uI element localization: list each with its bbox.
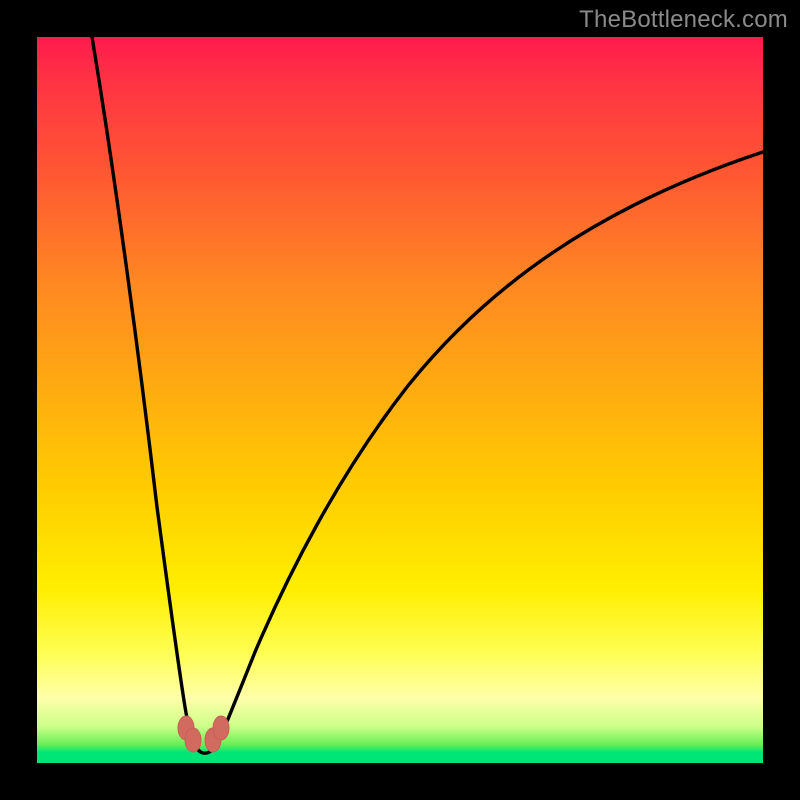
bottleneck-curve bbox=[37, 37, 763, 763]
cusp-marker bbox=[185, 728, 201, 752]
cusp-markers bbox=[178, 716, 229, 752]
cusp-marker bbox=[213, 716, 229, 740]
chart-frame: TheBottleneck.com bbox=[0, 0, 800, 800]
watermark-text: TheBottleneck.com bbox=[579, 6, 788, 34]
curve-right-branch bbox=[218, 152, 763, 743]
curve-left-branch bbox=[92, 37, 194, 743]
